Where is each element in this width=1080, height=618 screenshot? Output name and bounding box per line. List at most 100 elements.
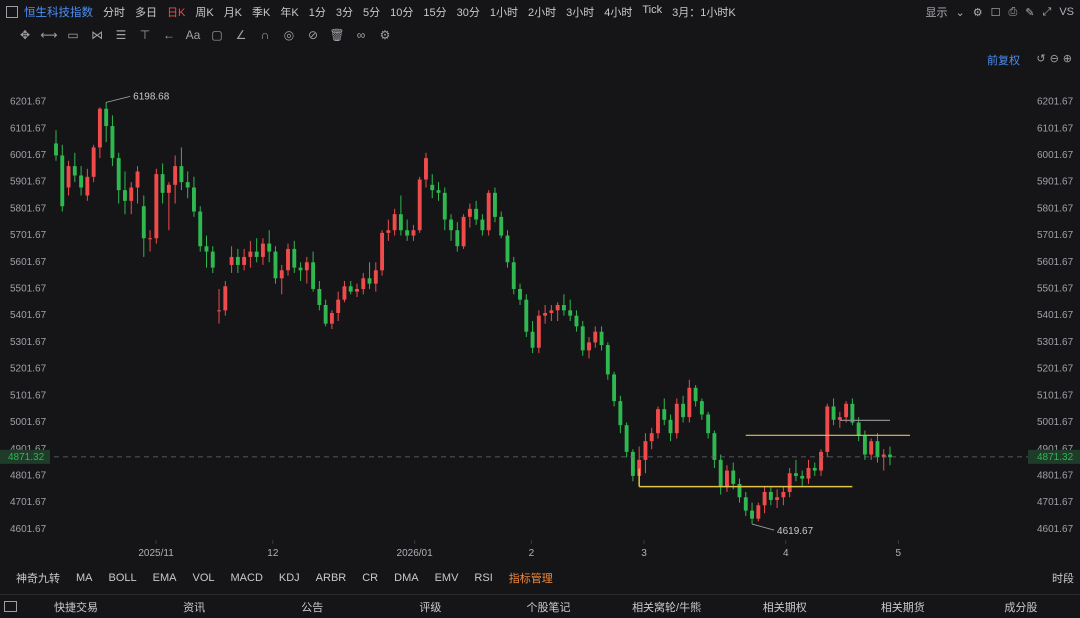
indicator-tab[interactable]: 神奇九转 [16, 570, 60, 586]
fullscreen-icon[interactable]: ⤢ [1043, 6, 1052, 19]
candle-body [536, 315, 541, 348]
indicator-tab[interactable]: KDJ [279, 572, 300, 584]
candle-body [750, 510, 754, 519]
window-icon[interactable]: ☐ [991, 6, 1001, 19]
fib-icon[interactable]: ☰ [112, 27, 130, 43]
timeframe-tab[interactable]: 季K [252, 4, 270, 20]
instrument-title[interactable]: 恒生科技指数 [24, 4, 93, 20]
timeframe-tab[interactable]: Tick [642, 4, 662, 20]
timeframe-tab[interactable]: 3分 [336, 4, 353, 20]
candle-body [273, 251, 278, 279]
timeframe-tab[interactable]: 分时 [103, 4, 125, 20]
timeframe-tab[interactable]: 30分 [457, 4, 480, 20]
camera-icon[interactable]: ⎙ [1008, 6, 1017, 19]
timeframe-tab[interactable]: 5分 [363, 4, 380, 20]
reset-icon[interactable]: ↺ [1036, 52, 1045, 65]
rect-icon[interactable]: ▭ [64, 27, 82, 43]
candle-body [618, 401, 623, 426]
bottom-tab[interactable]: 相关期货 [844, 599, 962, 615]
eraser-icon[interactable]: ∠ [232, 27, 250, 43]
timeframe-tab[interactable]: 月K [224, 4, 242, 20]
candle-body [417, 179, 422, 231]
candle-body [242, 256, 247, 265]
timeframe-tab[interactable]: 4小时 [604, 4, 632, 20]
y-tick-label-left: 5001.67 [10, 417, 47, 428]
candlestick-chart[interactable]: 6201.67 6201.67 6101.67 6101.67 6001.67 6001.… [0, 70, 1080, 565]
y-tick-label-left: 5201.67 [10, 364, 47, 375]
timeframe-tab[interactable]: 年K [280, 4, 298, 20]
indicator-tab[interactable]: EMA [153, 572, 177, 584]
arrow-icon[interactable]: ← [160, 27, 178, 43]
bottom-tab[interactable]: 公告 [253, 599, 371, 615]
candle-body [398, 214, 403, 231]
bottom-tab[interactable]: 个股笔记 [489, 599, 607, 615]
current-price-label-right: 4871.32 [1037, 452, 1074, 463]
timeframe-tab[interactable]: 日K [167, 4, 185, 20]
candle-body [593, 331, 598, 343]
settings-icon[interactable]: ⚙ [376, 27, 394, 43]
x-tick-label: 4 [783, 548, 789, 559]
indicator-tab[interactable]: BOLL [109, 572, 137, 584]
zoom-in-icon[interactable]: ⊕ [1063, 52, 1072, 65]
pattern-icon[interactable]: ⋈ [88, 27, 106, 43]
candle-body [511, 262, 516, 289]
candle-body [706, 414, 711, 434]
bottom-tab[interactable]: 相关窝轮/牛熊 [608, 599, 726, 615]
indicator-tab[interactable]: 指标管理 [509, 570, 553, 586]
display-dropdown[interactable]: 显示 [926, 4, 948, 20]
panel-icon[interactable] [4, 601, 17, 612]
candle-body [298, 267, 303, 271]
indicator-tab[interactable]: MACD [231, 572, 263, 584]
indicator-tab[interactable]: CR [362, 572, 378, 584]
timeframe-tab[interactable]: 2小时 [528, 4, 556, 20]
text-tool[interactable]: Aa [184, 27, 202, 43]
trash-icon[interactable]: 🗑 [328, 27, 346, 43]
pen-icon[interactable]: ✎ [1025, 6, 1034, 19]
timeframe-tab[interactable]: 3小时 [566, 4, 594, 20]
timeframe-tab[interactable]: 1分 [309, 4, 326, 20]
y-tick-label-left: 5901.67 [10, 177, 47, 188]
price-adjust-dropdown[interactable]: 前复权 [987, 52, 1020, 68]
candle-body [699, 401, 704, 415]
bottom-tab[interactable]: 评级 [371, 599, 489, 615]
candle-body [185, 182, 190, 188]
indicator-tab[interactable]: ARBR [316, 572, 347, 584]
timeshare-button[interactable]: 时段 [1052, 570, 1074, 586]
timeframe-tab[interactable]: 3月：1小时K [672, 4, 736, 20]
timeframe-tab[interactable]: 10分 [390, 4, 413, 20]
zoom-out-icon[interactable]: ⊖ [1050, 52, 1059, 65]
y-tick-label-left: 4701.67 [10, 497, 47, 508]
candle-body [549, 310, 554, 314]
candle-body [662, 409, 667, 420]
compare-button[interactable]: VS [1059, 6, 1074, 18]
bottom-tab[interactable]: 成分股 [962, 599, 1080, 615]
line-icon[interactable]: ⟷ [40, 27, 58, 43]
vertical-icon[interactable]: ⊤ [136, 27, 154, 43]
link-icon[interactable]: ∞ [352, 27, 370, 43]
bottom-tab[interactable]: 资讯 [135, 599, 253, 615]
y-tick-label-left: 5301.67 [10, 337, 47, 348]
timeframe-tab[interactable]: 15分 [423, 4, 446, 20]
candle-body [104, 108, 109, 127]
indicator-tab[interactable]: RSI [474, 572, 492, 584]
gear-icon[interactable]: ⚙ [973, 6, 983, 19]
eye-icon[interactable]: ◎ [280, 27, 298, 43]
comment-icon[interactable]: ▢ [208, 27, 226, 43]
indicator-tab[interactable]: VOL [192, 572, 214, 584]
window-toggle-icon[interactable] [6, 6, 18, 18]
lock-icon[interactable]: ⊘ [304, 27, 322, 43]
indicator-tab[interactable]: MA [76, 572, 93, 584]
crosshair-icon[interactable]: ✥ [16, 27, 34, 43]
candle-body [612, 374, 617, 402]
bottom-tab[interactable]: 相关期权 [726, 599, 844, 615]
magnet-icon[interactable]: ∩ [256, 27, 274, 43]
indicator-tab[interactable]: DMA [394, 572, 418, 584]
timeframe-tab[interactable]: 周K [195, 4, 213, 20]
candle-body [530, 331, 535, 348]
candle-body [217, 310, 221, 312]
timeframe-tab[interactable]: 1小时 [490, 4, 518, 20]
candle-body [743, 497, 748, 511]
bottom-tab[interactable]: 快捷交易 [17, 599, 135, 615]
timeframe-tab[interactable]: 多日 [135, 4, 157, 20]
indicator-tab[interactable]: EMV [435, 572, 459, 584]
